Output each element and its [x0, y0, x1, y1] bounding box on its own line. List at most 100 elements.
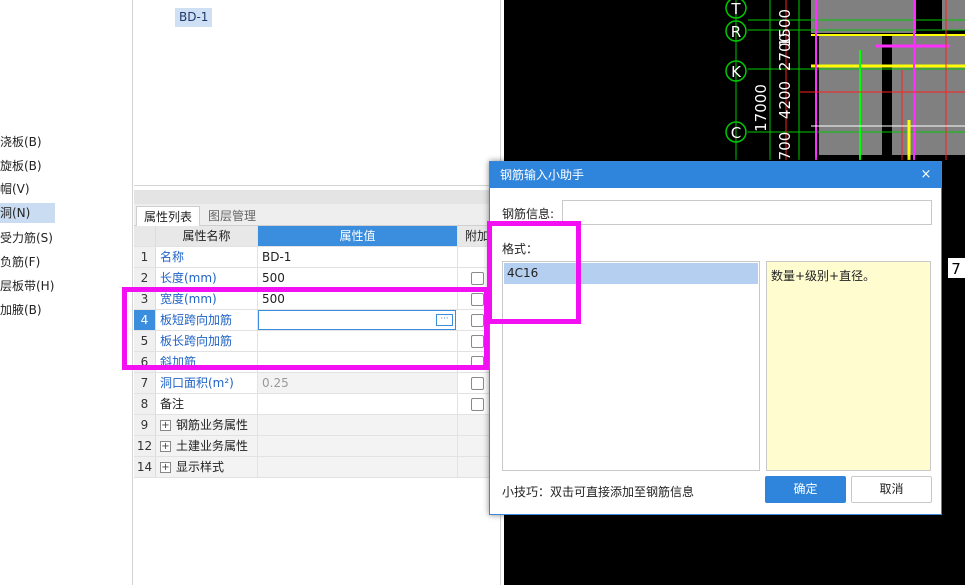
row-number: 1 [134, 247, 156, 267]
property-name: 板短跨向加筋 [156, 310, 258, 330]
tree-node-bd1[interactable]: BD-1 [175, 8, 213, 27]
dimension-text: 700 [776, 132, 794, 161]
property-value[interactable] [258, 394, 458, 414]
slab-region [811, 0, 916, 33]
sidebar-item-cap[interactable]: 帽(V) [0, 179, 30, 199]
table-row[interactable]: 6 斜加筋 [134, 352, 501, 373]
table-row-group[interactable]: 12 + 土建业务属性 [134, 436, 501, 457]
row-number: 3 [134, 289, 156, 309]
component-type-list: 浇板(B) 旋板(B) 帽(V) 洞(N) 受力筋(S) 负筋(F) 层板带(H… [0, 0, 133, 585]
table-row[interactable]: 2 长度(mm) 500 [134, 268, 501, 289]
additional-checkbox[interactable] [471, 356, 484, 369]
close-icon[interactable]: × [919, 168, 933, 182]
partial-label: 7 [951, 260, 961, 278]
tip-text: 小技巧：双击可直接添加至钢筋信息 [502, 485, 695, 499]
row-number: 5 [134, 331, 156, 351]
property-group-name: + 钢筋业务属性 [156, 415, 258, 435]
property-value[interactable] [258, 331, 458, 351]
axis-label: C [731, 124, 741, 142]
sidebar-item-haunch[interactable]: 加腋(B) [0, 300, 42, 320]
ok-button[interactable]: 确定 [765, 476, 846, 503]
property-value [258, 415, 458, 435]
row-number: 8 [134, 394, 156, 414]
sidebar-item-spiral-slab[interactable]: 旋板(B) [0, 156, 42, 176]
property-name: 备注 [156, 394, 258, 414]
table-row[interactable]: 1 名称 BD-1 [134, 247, 501, 268]
dialog-title: 钢筋输入小助手 × [490, 162, 941, 188]
additional-checkbox[interactable] [471, 398, 484, 411]
dimension-text: 4200 [776, 81, 794, 119]
sidebar-item-negative-rebar[interactable]: 负筋(F) [0, 252, 40, 272]
expand-icon[interactable]: + [160, 462, 171, 473]
sidebar-item-cast-slab[interactable]: 浇板(B) [0, 132, 42, 152]
property-name: 名称 [156, 247, 258, 267]
table-row-group[interactable]: 9 + 钢筋业务属性 [134, 415, 501, 436]
property-value[interactable]: 500 [258, 289, 458, 309]
table-row-selected[interactable]: 4 板短跨向加筋 ··· [134, 310, 501, 331]
property-name: 斜加筋 [156, 352, 258, 372]
property-panel: 属性列表 图层管理 属性名称 属性值 附加 1 名称 BD-1 2 长度(mm)… [134, 186, 501, 585]
format-list[interactable]: 4C16 [502, 261, 760, 471]
property-name: 长度(mm) [156, 268, 258, 288]
additional-checkbox[interactable] [471, 272, 484, 285]
property-value: 0.25 [258, 373, 458, 393]
property-value [258, 436, 458, 456]
row-number: 12 [134, 436, 156, 456]
row-number: 4 [134, 310, 156, 330]
group-label: 显示样式 [176, 460, 225, 474]
group-label: 钢筋业务属性 [176, 418, 249, 432]
expand-icon[interactable]: + [160, 420, 171, 431]
rebar-info-input[interactable] [562, 200, 932, 225]
property-group-name: + 显示样式 [156, 457, 258, 477]
sidebar-item-slab-strip[interactable]: 层板带(H) [0, 276, 54, 296]
table-row-group[interactable]: 14 + 显示样式 [134, 457, 501, 478]
axis-label: K [731, 63, 742, 81]
rebar-info-label: 钢筋信息: [502, 207, 555, 221]
additional-checkbox[interactable] [471, 293, 484, 306]
row-number: 2 [134, 268, 156, 288]
property-tabs: 属性列表 图层管理 [134, 204, 501, 226]
rebar-input-assistant-dialog: 钢筋输入小助手 × 钢筋信息: 格式： 4C16 数量+级别+直径。 小技巧：双… [489, 161, 942, 515]
group-label: 土建业务属性 [176, 439, 249, 453]
dialog-title-text: 钢筋输入小助手 [500, 168, 585, 182]
property-group-name: + 土建业务属性 [156, 436, 258, 456]
tab-property-list[interactable]: 属性列表 [136, 206, 201, 226]
header-row-number [134, 226, 156, 246]
property-value[interactable]: 500 [258, 268, 458, 288]
slab-region [819, 35, 882, 155]
format-label: 格式： [502, 242, 539, 256]
row-number: 9 [134, 415, 156, 435]
panel-splitter[interactable] [134, 190, 501, 204]
component-tree: BD-1 [134, 0, 501, 186]
short-span-rebar-input[interactable]: ··· [258, 310, 456, 330]
expand-icon[interactable]: + [160, 441, 171, 452]
row-number: 14 [134, 457, 156, 477]
property-value[interactable]: BD-1 [258, 247, 458, 267]
tab-layer-management[interactable]: 图层管理 [201, 206, 263, 226]
axis-label: R [731, 23, 741, 41]
dimension-text: 2700 [776, 33, 794, 71]
sidebar-item-main-rebar[interactable]: 受力筋(S) [0, 228, 53, 248]
more-options-button[interactable]: ··· [436, 314, 453, 326]
additional-checkbox[interactable] [471, 335, 484, 348]
sidebar-item-opening[interactable]: 洞(N) [0, 203, 55, 223]
cancel-button[interactable]: 取消 [851, 476, 932, 503]
property-value [258, 457, 458, 477]
additional-checkbox[interactable] [471, 314, 484, 327]
header-property-name: 属性名称 [156, 226, 258, 246]
table-row[interactable]: 5 板长跨向加筋 [134, 331, 501, 352]
table-row[interactable]: 7 洞口面积(m²) 0.25 [134, 373, 501, 394]
row-number: 7 [134, 373, 156, 393]
property-name: 洞口面积(m²) [156, 373, 258, 393]
property-name: 宽度(mm) [156, 289, 258, 309]
format-list-item[interactable]: 4C16 [504, 263, 758, 284]
axis-label: T [730, 0, 741, 18]
row-number: 6 [134, 352, 156, 372]
additional-checkbox[interactable] [471, 377, 484, 390]
dimension-text: 17000 [752, 84, 770, 132]
table-row[interactable]: 3 宽度(mm) 500 [134, 289, 501, 310]
table-row[interactable]: 8 备注 [134, 394, 501, 415]
grid-header: 属性名称 属性值 附加 [134, 226, 501, 247]
slab-region [892, 35, 965, 155]
property-value[interactable] [258, 352, 458, 372]
